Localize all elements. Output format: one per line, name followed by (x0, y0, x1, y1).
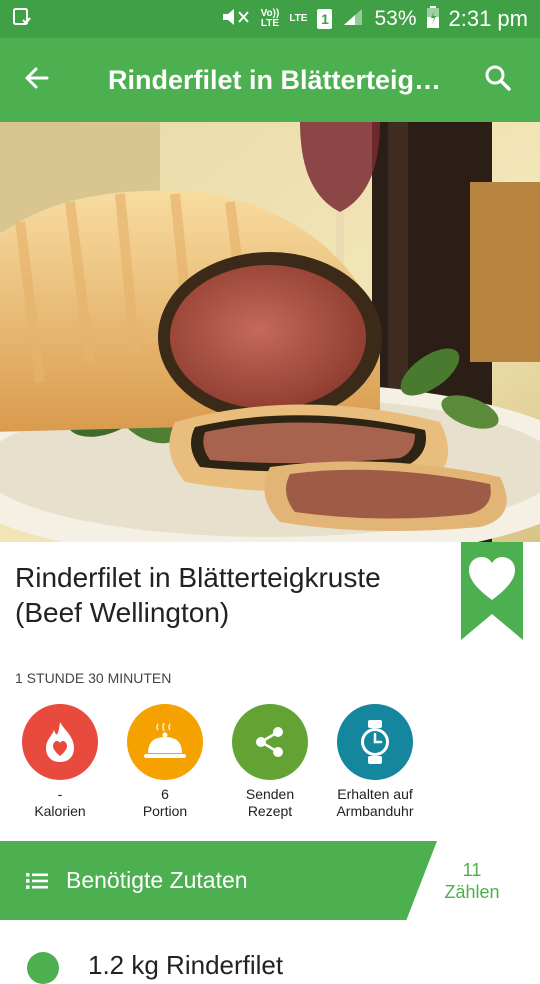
clock: 2:31 pm (448, 6, 529, 31)
search-icon (484, 64, 512, 97)
ingredients-header-bar: Benötigte Zutaten (0, 841, 437, 920)
recipe-photo (0, 122, 540, 542)
search-button[interactable] (456, 64, 540, 97)
sim-icon: 1 (317, 9, 333, 29)
smartwatch-icon (361, 720, 389, 764)
send-recipe-line1: Senden (245, 786, 295, 802)
battery-percent: 53% (374, 7, 417, 30)
back-button[interactable] (0, 65, 72, 96)
app-bar-title: Rinderfilet in Blätterteigkruste (Beef W… (108, 64, 456, 95)
lte-indicator: LTE (289, 13, 308, 24)
calories-flame-heart-icon (46, 722, 74, 762)
app-bar: Rinderfilet in Blätterteigkruste (Beef W… (0, 38, 540, 122)
ingredients-count: 11 Zählen (410, 859, 534, 903)
ingredients-count-label: Zählen (444, 882, 500, 902)
portion-circle (127, 704, 203, 780)
send-recipe-line2: Rezept (247, 803, 293, 819)
share-icon (256, 727, 283, 757)
status-bar: Vo)) LTE LTE 1 53% 2:31 pm (0, 0, 540, 38)
serving-cloche-icon (144, 722, 186, 758)
calories-value: - (57, 786, 63, 802)
sim-number: 1 (321, 11, 329, 27)
send-recipe-button[interactable]: Senden Rezept (215, 704, 325, 820)
ingredient-item[interactable]: 1.2 kg Rinderfilet (0, 920, 540, 984)
ingredient-text: 1.2 kg Rinderfilet (88, 950, 284, 980)
volte-indicator: Vo)) LTE (261, 9, 280, 29)
recipe-title: Rinderfilet in Blätterteigkruste (Beef W… (15, 562, 381, 628)
signal-icon (342, 7, 364, 32)
mute-icon (221, 7, 251, 32)
list-icon (26, 871, 50, 891)
battery-icon (426, 5, 439, 33)
watch-circle (337, 704, 413, 780)
ingredient-bullet (27, 952, 59, 984)
portion-info: 6 Portion (110, 704, 220, 820)
share-circle (232, 704, 308, 780)
ingredients-count-value: 11 (462, 860, 482, 880)
calories-circle (22, 704, 98, 780)
volte-lte-label: LTE (260, 18, 280, 29)
send-to-watch-button[interactable]: Erhalten auf Armbanduhr (320, 704, 430, 820)
portion-label: Portion (142, 803, 188, 819)
recipe-actions: - Kalorien 6 Portion Senden Rezept Erhal… (0, 704, 540, 824)
favorite-bookmark-button[interactable] (461, 542, 523, 645)
watch-line1: Erhalten auf (337, 786, 413, 802)
calories-label: Kalorien (34, 803, 86, 819)
recipe-duration: 1 STUNDE 30 MINUTEN (15, 670, 172, 686)
notification-icon (12, 7, 32, 32)
ingredients-title: Benötigte Zutaten (66, 867, 248, 893)
ingredients-header[interactable]: Benötigte Zutaten 11 Zählen (0, 841, 540, 920)
arrow-back-icon (23, 65, 49, 96)
watch-line2: Armbanduhr (336, 803, 414, 819)
portion-value: 6 (161, 786, 169, 802)
calories-info: - Kalorien (5, 704, 115, 820)
